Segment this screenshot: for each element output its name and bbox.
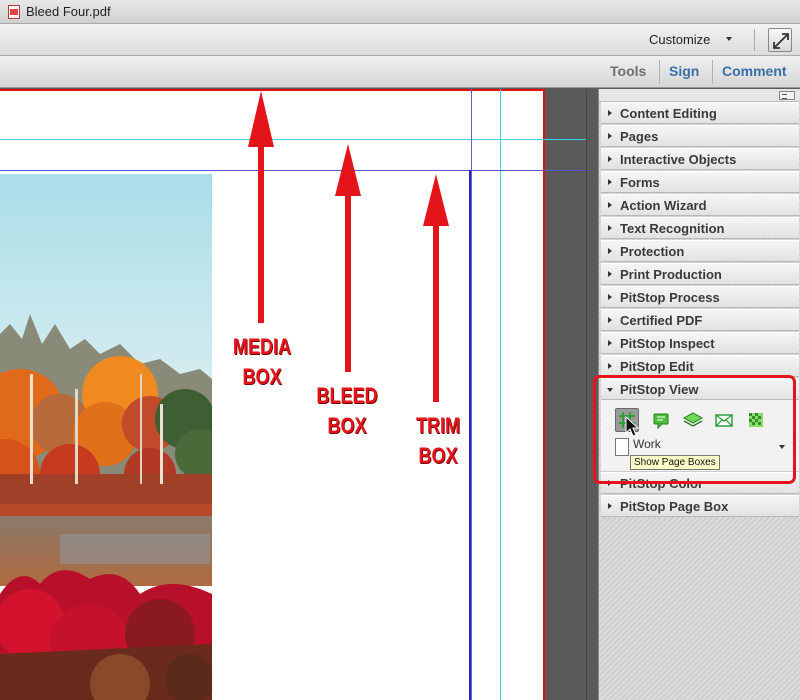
bleed-box-label: BLEED BOX [314, 381, 380, 441]
section-label: PitStop Page Box [620, 499, 729, 514]
tasks-bar: Tools Sign Comment [0, 56, 800, 88]
section-pitstop-edit[interactable]: PitStop Edit [601, 355, 799, 377]
trim-box-guide [471, 89, 472, 700]
media-box-label-line1: MEDIA [232, 334, 292, 359]
top-toolbar: Customize [0, 24, 800, 56]
chevron-down-icon[interactable] [726, 37, 732, 41]
disclosure-triangle-icon [608, 225, 612, 231]
media-box-label-line2: BOX [242, 364, 282, 389]
bleed-box-arrow [335, 144, 361, 372]
section-print-production[interactable]: Print Production [601, 263, 799, 285]
disclosure-triangle-icon [608, 202, 612, 208]
section-certified-pdf[interactable]: Certified PDF [601, 309, 799, 331]
bleed-box-label-line1: BLEED [316, 383, 378, 408]
section-text-recognition[interactable]: Text Recognition [601, 217, 799, 239]
section-label: PitStop Process [620, 290, 720, 305]
tab-comment[interactable]: Comment [722, 63, 787, 79]
disclosure-triangle-icon [608, 294, 612, 300]
acrobat-window: Bleed Four.pdf Customize Tools Sign Comm… [0, 0, 800, 700]
section-label: Interactive Objects [620, 152, 737, 167]
pdf-file-icon [8, 5, 20, 19]
disclosure-triangle-icon [608, 133, 612, 139]
section-label: Print Production [620, 267, 722, 282]
customize-menu[interactable]: Customize [649, 32, 710, 47]
tab-divider [712, 60, 713, 84]
disclosure-triangle-icon [608, 179, 612, 185]
disclosure-triangle-icon [608, 248, 612, 254]
bleed-box-label-line2: BOX [327, 413, 367, 438]
section-label: Protection [620, 244, 685, 259]
full-screen-button[interactable] [768, 28, 792, 52]
section-label: Certified PDF [620, 313, 703, 328]
section-pitstop-inspect[interactable]: PitStop Inspect [601, 332, 799, 354]
disclosure-triangle-icon [608, 156, 612, 162]
trim-box-label-line2: BOX [418, 443, 458, 468]
section-pages[interactable]: Pages [601, 125, 799, 147]
trim-box-label: TRIM BOX [405, 411, 471, 471]
tab-sign[interactable]: Sign [669, 63, 699, 79]
section-label: Action Wizard [620, 198, 707, 213]
section-pitstop-process[interactable]: PitStop Process [601, 286, 799, 308]
callout-highlight-box [593, 375, 796, 484]
tab-divider [659, 60, 660, 84]
disclosure-triangle-icon [608, 363, 612, 369]
panel-options-icon[interactable] [779, 91, 795, 100]
section-action-wizard[interactable]: Action Wizard [601, 194, 799, 216]
disclosure-triangle-icon [608, 340, 612, 346]
section-interactive-objects[interactable]: Interactive Objects [601, 148, 799, 170]
media-box-arrow [248, 91, 274, 323]
section-label: Content Editing [620, 106, 717, 121]
panel-header [599, 89, 800, 102]
section-content-editing[interactable]: Content Editing [601, 102, 799, 124]
autumn-lake-photo [0, 174, 212, 700]
disclosure-triangle-icon [608, 271, 612, 277]
section-pitstop-page-box[interactable]: PitStop Page Box [601, 495, 799, 517]
document-view[interactable]: MEDIA BOX BLEED BOX TRIM BOX [0, 89, 586, 700]
toolbar-divider [754, 29, 755, 51]
bleed-box-guide [500, 89, 501, 700]
section-label: Pages [620, 129, 659, 144]
disclosure-triangle-icon [608, 503, 612, 509]
disclosure-triangle-icon [608, 317, 612, 323]
title-bar: Bleed Four.pdf [0, 0, 800, 24]
disclosure-triangle-icon [608, 110, 612, 116]
section-protection[interactable]: Protection [601, 240, 799, 262]
trim-box-label-line1: TRIM [415, 413, 461, 438]
window-title: Bleed Four.pdf [26, 4, 111, 19]
autumn-lake-image [0, 174, 212, 700]
section-label: Forms [620, 175, 660, 190]
section-label: PitStop Inspect [620, 336, 715, 351]
bleed-box-guide [0, 139, 586, 140]
section-label: Text Recognition [620, 221, 725, 236]
tab-tools[interactable]: Tools [610, 63, 646, 79]
media-box-label: MEDIA BOX [229, 332, 295, 392]
expand-icon [773, 33, 789, 49]
section-forms[interactable]: Forms [601, 171, 799, 193]
trim-box-guide [0, 170, 586, 171]
trim-box-arrow [423, 174, 449, 402]
section-label: PitStop Edit [620, 359, 694, 374]
